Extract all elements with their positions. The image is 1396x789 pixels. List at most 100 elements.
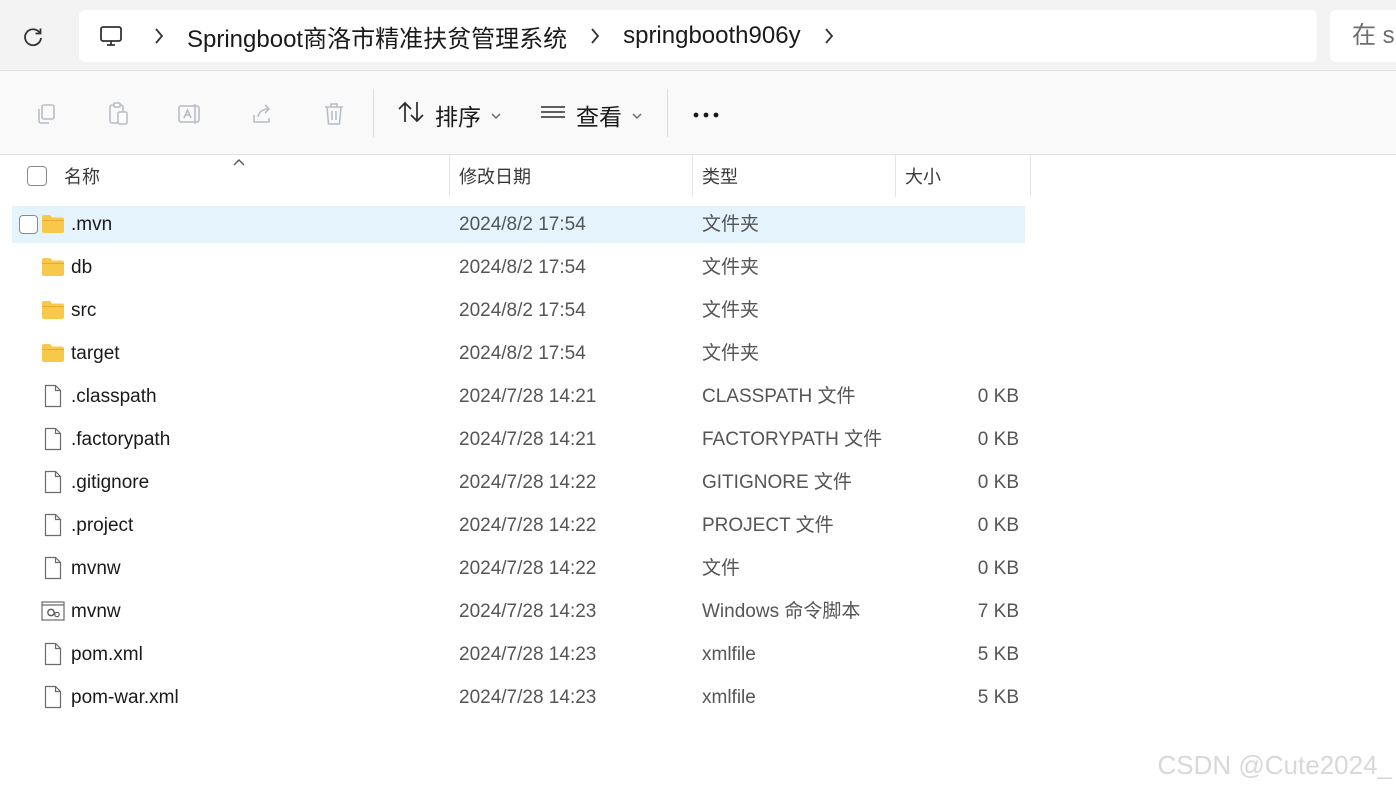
file-row[interactable]: src 2024/8/2 17:54 文件夹 xyxy=(12,292,1025,329)
column-divider[interactable] xyxy=(449,155,450,197)
watermark: CSDN @Cute2024_ xyxy=(1157,750,1392,780)
toolbar-divider xyxy=(667,89,668,137)
delete-icon[interactable] xyxy=(316,96,352,132)
file-name: .project xyxy=(71,515,134,536)
file-size: 5 KB xyxy=(977,644,1019,665)
file-size: 0 KB xyxy=(977,515,1019,536)
folder-icon xyxy=(41,212,65,236)
file-modified-date: 2024/8/2 17:54 xyxy=(459,214,586,235)
view-label: 查看 xyxy=(576,104,622,130)
file-modified-date: 2024/8/2 17:54 xyxy=(459,300,586,321)
file-size: 0 KB xyxy=(977,472,1019,493)
sort-ascending-icon xyxy=(232,154,246,172)
file-row[interactable]: pom.xml 2024/7/28 14:23 xmlfile 5 KB xyxy=(12,636,1025,673)
file-modified-date: 2024/8/2 17:54 xyxy=(459,343,586,364)
file-type: 文件夹 xyxy=(702,257,760,278)
column-divider[interactable] xyxy=(692,155,693,197)
file-modified-date: 2024/7/28 14:23 xyxy=(459,687,597,708)
file-row[interactable]: .project 2024/7/28 14:22 PROJECT 文件 0 KB xyxy=(12,507,1025,544)
this-pc-icon[interactable] xyxy=(83,25,139,47)
toolbar-divider xyxy=(373,89,374,137)
file-type: FACTORYPATH 文件 xyxy=(702,429,883,450)
file-name: mvnw xyxy=(71,601,121,622)
chevron-right-icon[interactable] xyxy=(809,27,849,45)
sort-icon xyxy=(397,100,425,130)
file-modified-date: 2024/7/28 14:21 xyxy=(459,429,597,450)
file-icon xyxy=(41,470,65,494)
more-options-icon[interactable] xyxy=(690,100,722,130)
file-icon xyxy=(41,642,65,666)
file-row[interactable]: .classpath 2024/7/28 14:21 CLASSPATH 文件 0 K… xyxy=(12,378,1025,415)
file-row[interactable]: .mvn 2024/8/2 17:54 文件夹 xyxy=(12,206,1025,243)
paste-icon[interactable] xyxy=(100,96,136,132)
file-name: db xyxy=(71,257,93,278)
column-header-type[interactable]: 类型 xyxy=(702,155,738,197)
file-icon xyxy=(41,427,65,451)
chevron-down-icon xyxy=(632,99,642,126)
file-type: CLASSPATH 文件 xyxy=(702,386,856,407)
file-type: 文件夹 xyxy=(702,343,760,364)
breadcrumb-project-folder[interactable]: Springboot商洛市精准扶贫管理系统 xyxy=(179,19,575,54)
file-modified-date: 2024/7/28 14:23 xyxy=(459,601,597,622)
address-bar-area: Springboot商洛市精准扶贫管理系统 springbooth906y 在 … xyxy=(0,0,1396,71)
file-row[interactable]: mvnw 2024/7/28 14:23 Windows 命令脚本 7 KB xyxy=(12,593,1025,630)
file-row[interactable]: target 2024/8/2 17:54 文件夹 xyxy=(12,335,1025,372)
column-divider[interactable] xyxy=(895,155,896,197)
file-name: .factorypath xyxy=(71,429,171,450)
file-icon xyxy=(41,685,65,709)
file-size: 0 KB xyxy=(977,558,1019,579)
file-type: PROJECT 文件 xyxy=(702,515,834,536)
file-modified-date: 2024/7/28 14:22 xyxy=(459,515,597,536)
file-size: 7 KB xyxy=(977,601,1019,622)
column-divider[interactable] xyxy=(1030,155,1031,197)
file-modified-date: 2024/8/2 17:54 xyxy=(459,257,586,278)
folder-icon xyxy=(41,298,65,322)
sort-label: 排序 xyxy=(435,104,481,130)
view-button[interactable]: 查看 xyxy=(540,95,642,135)
file-name: target xyxy=(71,343,120,364)
column-header-date[interactable]: 修改日期 xyxy=(459,155,531,197)
script-file-icon xyxy=(41,599,65,623)
file-icon xyxy=(41,556,65,580)
file-modified-date: 2024/7/28 14:21 xyxy=(459,386,597,407)
file-row[interactable]: .gitignore 2024/7/28 14:22 GITIGNORE 文件 0 K… xyxy=(12,464,1025,501)
file-name: pom.xml xyxy=(71,644,143,665)
file-type: 文件夹 xyxy=(702,214,760,235)
file-size: 5 KB xyxy=(977,687,1019,708)
breadcrumb-current-folder[interactable]: springbooth906y xyxy=(615,22,808,50)
file-size: 0 KB xyxy=(977,386,1019,407)
row-checkbox[interactable] xyxy=(19,215,38,234)
file-type: 文件夹 xyxy=(702,300,760,321)
file-modified-date: 2024/7/28 14:22 xyxy=(459,472,597,493)
share-icon[interactable] xyxy=(244,96,280,132)
file-name: .gitignore xyxy=(71,472,150,493)
sort-button[interactable]: 排序 xyxy=(397,95,501,135)
file-name: mvnw xyxy=(71,558,121,579)
file-name: src xyxy=(71,300,97,321)
folder-icon xyxy=(41,255,65,279)
rename-icon[interactable] xyxy=(172,96,208,132)
file-row[interactable]: db 2024/8/2 17:54 文件夹 xyxy=(12,249,1025,286)
view-list-icon xyxy=(540,102,566,129)
address-bar[interactable]: Springboot商洛市精准扶贫管理系统 springbooth906y xyxy=(79,10,1317,62)
chevron-right-icon[interactable] xyxy=(575,27,615,45)
select-all-checkbox[interactable] xyxy=(27,166,47,186)
file-type: Windows 命令脚本 xyxy=(702,601,861,622)
chevron-right-icon[interactable] xyxy=(139,27,179,45)
file-row[interactable]: mvnw 2024/7/28 14:22 文件 0 KB xyxy=(12,550,1025,587)
refresh-icon[interactable] xyxy=(18,22,48,52)
file-name: .mvn xyxy=(71,214,113,235)
folder-icon xyxy=(41,341,65,365)
copy-icon[interactable] xyxy=(28,96,64,132)
file-modified-date: 2024/7/28 14:22 xyxy=(459,558,597,579)
file-modified-date: 2024/7/28 14:23 xyxy=(459,644,597,665)
column-header-size[interactable]: 大小 xyxy=(905,155,941,197)
file-row[interactable]: .factorypath 2024/7/28 14:21 FACTORYPATH 文… xyxy=(12,421,1025,458)
file-name: pom-war.xml xyxy=(71,687,179,708)
column-header-name[interactable]: 名称 xyxy=(64,155,100,197)
search-input[interactable]: 在 s xyxy=(1330,10,1396,62)
file-type: xmlfile xyxy=(702,644,756,665)
file-row[interactable]: pom-war.xml 2024/7/28 14:23 xmlfile 5 KB xyxy=(12,679,1025,716)
file-type: 文件 xyxy=(702,558,741,579)
file-type: GITIGNORE 文件 xyxy=(702,472,852,493)
